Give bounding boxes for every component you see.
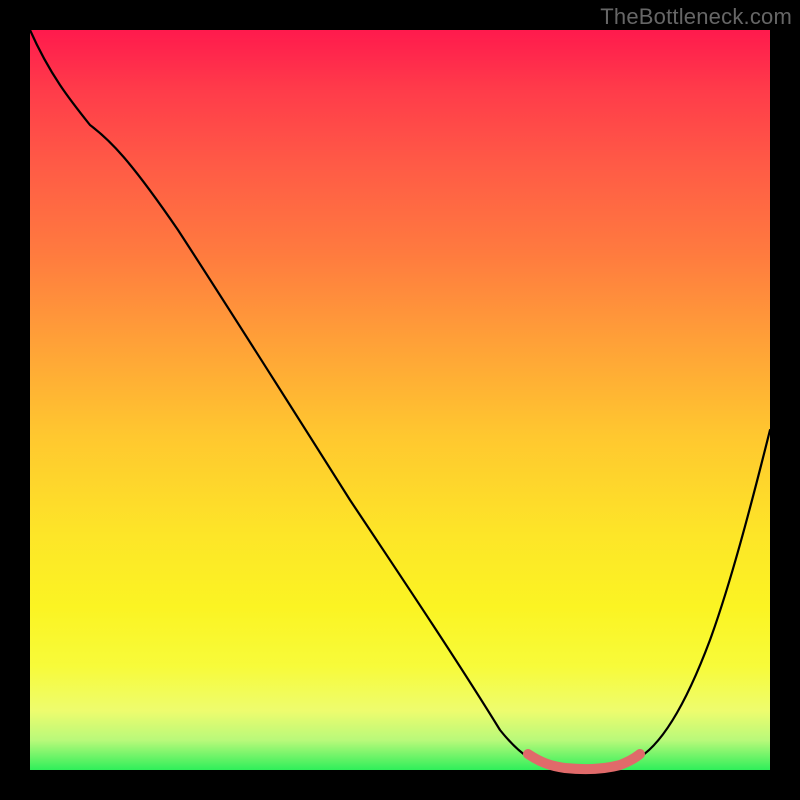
chart-frame: TheBottleneck.com	[0, 0, 800, 800]
curve-layer	[30, 30, 770, 770]
optimal-highlight	[528, 754, 640, 769]
watermark-text: TheBottleneck.com	[600, 4, 792, 30]
plot-area	[30, 30, 770, 784]
bottleneck-curve	[30, 30, 770, 769]
